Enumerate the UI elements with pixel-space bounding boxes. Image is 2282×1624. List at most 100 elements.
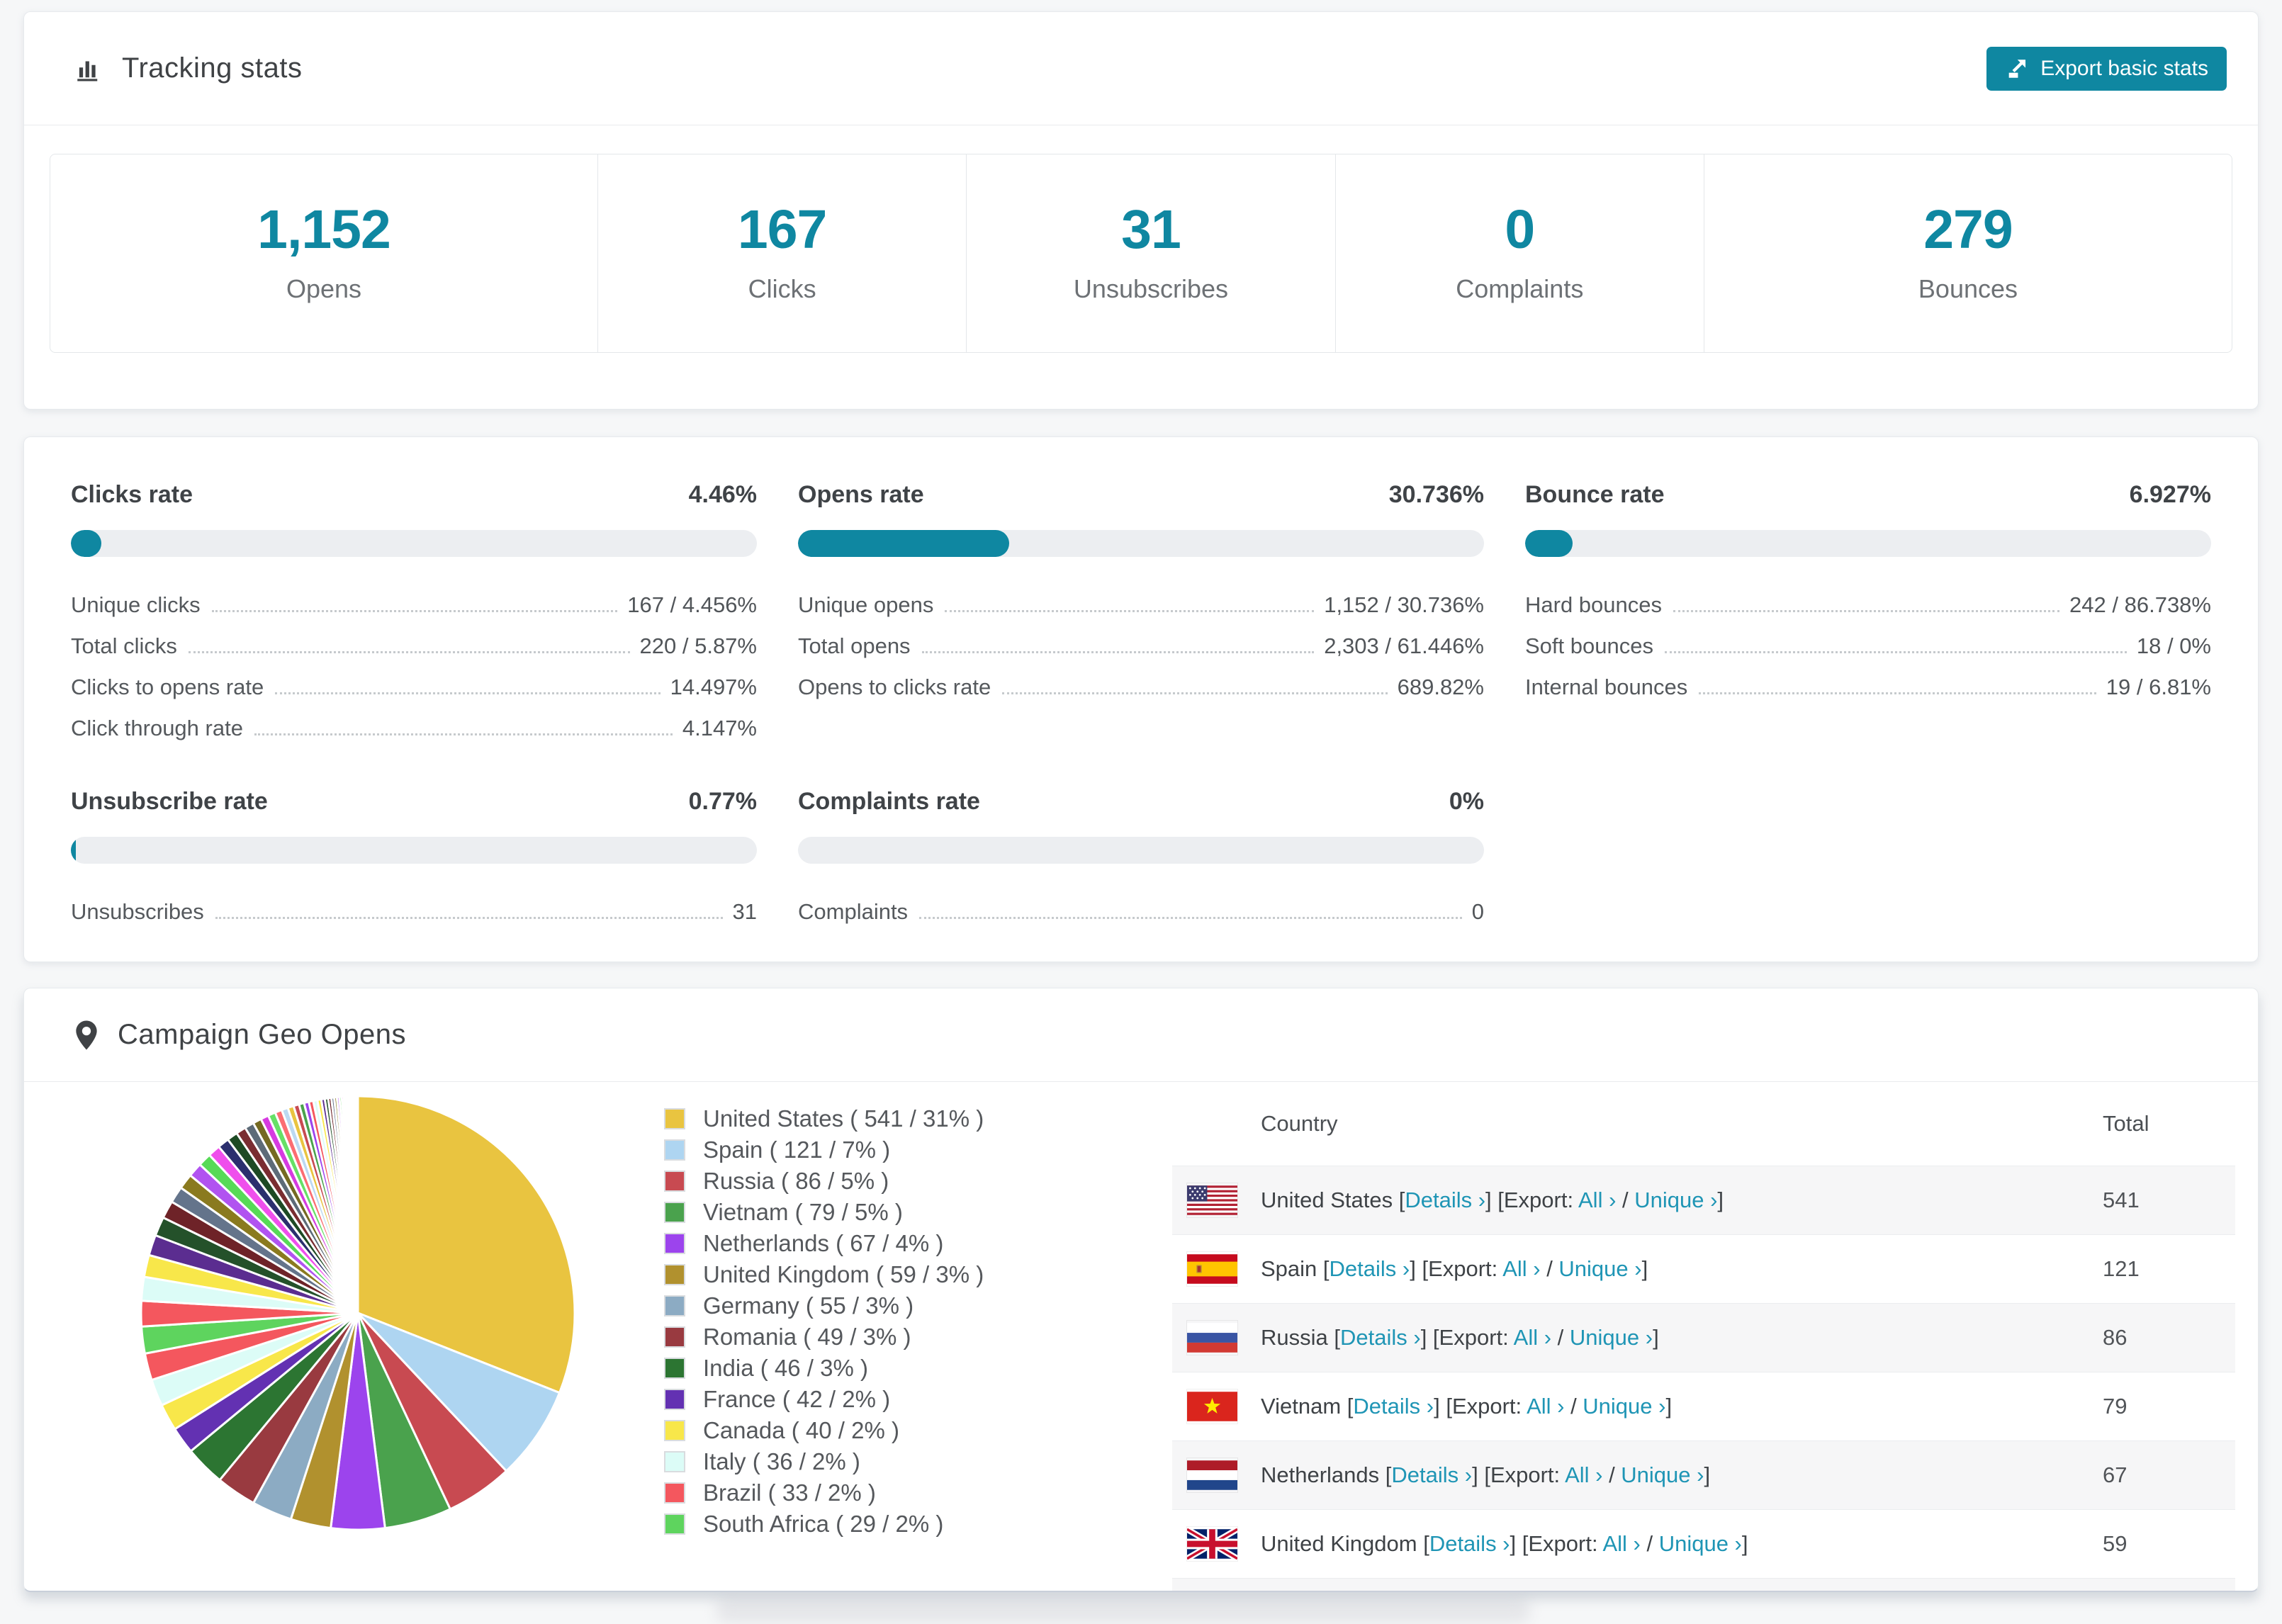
country-cell: Russia [Details ›] [Export: All › / Uniq… xyxy=(1261,1325,1659,1350)
legend-item-romania: Romania ( 49 / 3% ) xyxy=(664,1321,984,1353)
dotted-leader xyxy=(1673,610,2060,612)
geo-export-all-link-vietnam[interactable]: All › xyxy=(1527,1394,1564,1419)
opens-rate-block: Opens rate 30.736% Unique opens 1,152 / 30.… xyxy=(798,481,1484,745)
bounce-rate-block: Bounce rate 6.927% Hard bounces 242 / 86.73… xyxy=(1525,481,2211,745)
legend-item-italy: Italy ( 36 / 2% ) xyxy=(664,1446,984,1477)
export-basic-stats-button[interactable]: Export basic stats xyxy=(1986,46,2227,91)
dotted-leader xyxy=(211,610,618,612)
legend-item-united-kingdom: United Kingdom ( 59 / 3% ) xyxy=(664,1259,984,1290)
export-button-label: Export basic stats xyxy=(2040,56,2208,80)
geo-export-unique-link-united-states[interactable]: Unique › xyxy=(1634,1188,1717,1212)
geo-export-all-link-russia[interactable]: All › xyxy=(1514,1325,1551,1350)
complaints-rate-title: Complaints rate xyxy=(798,788,980,815)
detail-label: Hard bounces xyxy=(1525,592,1663,617)
country-total: 79 xyxy=(2103,1394,2128,1419)
country-name: United States xyxy=(1261,1188,1399,1212)
legend-label: Romania ( 49 / 3% ) xyxy=(703,1324,911,1350)
geo-details-link-united-states[interactable]: Details › xyxy=(1405,1188,1485,1212)
opens-rate-head: Opens rate 30.736% xyxy=(798,481,1484,509)
geo-export-all-link-netherlands[interactable]: All › xyxy=(1565,1462,1602,1487)
stat-label: Bounces xyxy=(1918,274,2018,303)
complaints-rate-percent: 0% xyxy=(1449,788,1484,815)
geo-table-row-vietnam: Vietnam [Details ›] [Export: All › / Uni… xyxy=(1172,1372,2235,1440)
geo-export-unique-link-vietnam[interactable]: Unique › xyxy=(1583,1394,1665,1419)
flag-gb-icon xyxy=(1187,1527,1237,1561)
legend-swatch xyxy=(664,1389,685,1410)
clicks-rate-percent: 4.46% xyxy=(688,481,757,508)
stat-detail-row: Hard bounces 242 / 86.738% xyxy=(1525,581,2211,622)
stat-detail-row: Unique opens 1,152 / 30.736% xyxy=(798,581,1484,622)
stat-box-unsubscribes: 31 Unsubscribes xyxy=(966,154,1336,353)
geo-export-all-link-united-kingdom[interactable]: All › xyxy=(1602,1531,1640,1556)
dotted-leader xyxy=(254,733,673,735)
detail-label: Total clicks xyxy=(71,633,177,658)
legend-label: Canada ( 40 / 2% ) xyxy=(703,1417,899,1443)
detail-value: 242 / 86.738% xyxy=(2069,592,2211,617)
geo-export-unique-link-netherlands[interactable]: Unique › xyxy=(1621,1462,1704,1487)
geo-opens-pie-chart xyxy=(140,1095,576,1531)
geo-details-link-spain[interactable]: Details › xyxy=(1330,1256,1410,1281)
legend-label: Netherlands ( 67 / 4% ) xyxy=(703,1230,944,1256)
legend-item-russia: Russia ( 86 / 5% ) xyxy=(664,1166,984,1197)
stat-value: 1,152 xyxy=(257,199,391,260)
clicks-detail-rows: Unique clicks 167 / 4.456% Total clicks 220… xyxy=(71,581,757,745)
legend-label: France ( 42 / 2% ) xyxy=(703,1386,891,1412)
detail-value: 167 / 4.456% xyxy=(627,592,757,617)
flag-nl-icon xyxy=(1187,1458,1237,1492)
geo-details-link-russia[interactable]: Details › xyxy=(1340,1325,1421,1350)
geo-table-row-united-kingdom: United Kingdom [Details ›] [Export: All … xyxy=(1172,1509,2235,1578)
geo-table-row-united-states: United States [Details ›] [Export: All ›… xyxy=(1172,1166,2235,1234)
stat-detail-row: Total clicks 220 / 5.87% xyxy=(71,622,757,663)
pie-legend: United States ( 541 / 31% ) Spain ( 121 /… xyxy=(664,1103,984,1540)
stat-value: 167 xyxy=(737,199,827,260)
legend-swatch xyxy=(664,1451,685,1472)
clicks-rate-head: Clicks rate 4.46% xyxy=(71,481,757,509)
bounce-detail-rows: Hard bounces 242 / 86.738% Soft bounces 18 … xyxy=(1525,581,2211,704)
legend-label: United States ( 541 / 31% ) xyxy=(703,1105,984,1132)
complaints-rate-head: Complaints rate 0% xyxy=(798,788,1484,816)
opens-progress-fill xyxy=(798,530,1009,557)
flag-es-icon xyxy=(1187,1252,1237,1286)
country-total: 67 xyxy=(2103,1462,2128,1487)
legend-item-brazil: Brazil ( 33 / 2% ) xyxy=(664,1477,984,1509)
detail-label: Unsubscribes xyxy=(71,899,204,924)
unsubscribe-detail-rows: Unsubscribes 31 xyxy=(71,888,757,929)
stat-label: Complaints xyxy=(1456,274,1584,303)
detail-value: 4.147% xyxy=(682,716,757,740)
geo-export-unique-link-spain[interactable]: Unique › xyxy=(1558,1256,1641,1281)
clicks-progress-bar xyxy=(71,530,757,557)
pie-slice-other[interactable] xyxy=(355,1095,359,1314)
geo-details-link-vietnam[interactable]: Details › xyxy=(1353,1394,1434,1419)
unsubscribe-rate-head: Unsubscribe rate 0.77% xyxy=(71,788,757,816)
stat-detail-row: Clicks to opens rate 14.497% xyxy=(71,663,757,704)
geo-table-row-germany: Germany [Details ›] [Export: All › / Uni… xyxy=(1172,1578,2235,1591)
detail-label: Internal bounces xyxy=(1525,675,1688,699)
stat-value: 279 xyxy=(1923,199,2013,260)
opens-progress-bar xyxy=(798,530,1484,557)
detail-label: Unique clicks xyxy=(71,592,201,617)
legend-item-germany: Germany ( 55 / 3% ) xyxy=(664,1290,984,1321)
complaints-rate-block: Complaints rate 0% Complaints 0 xyxy=(798,788,1484,929)
stat-detail-row: Internal bounces 19 / 6.81% xyxy=(1525,663,2211,704)
detail-label: Total opens xyxy=(798,633,911,658)
country-cell: Vietnam [Details ›] [Export: All › / Uni… xyxy=(1261,1394,1673,1419)
clicks-rate-block: Clicks rate 4.46% Unique clicks 167 / 4.456… xyxy=(71,481,757,745)
geo-export-all-link-spain[interactable]: All › xyxy=(1502,1256,1540,1281)
legend-item-south-africa: South Africa ( 29 / 2% ) xyxy=(664,1509,984,1540)
detail-label: Click through rate xyxy=(71,716,243,740)
flag-us-icon xyxy=(1187,1183,1237,1217)
geo-export-unique-link-russia[interactable]: Unique › xyxy=(1570,1325,1653,1350)
geo-details-link-united-kingdom[interactable]: Details › xyxy=(1429,1531,1510,1556)
geo-details-link-netherlands[interactable]: Details › xyxy=(1391,1462,1472,1487)
geo-export-unique-link-united-kingdom[interactable]: Unique › xyxy=(1659,1531,1742,1556)
country-cell: United States [Details ›] [Export: All ›… xyxy=(1261,1188,1724,1212)
legend-label: Italy ( 36 / 2% ) xyxy=(703,1448,860,1474)
detail-value: 31 xyxy=(732,899,757,924)
country-name: United Kingdom xyxy=(1261,1531,1424,1556)
legend-label: Vietnam ( 79 / 5% ) xyxy=(703,1199,903,1225)
bottom-shadow-bar xyxy=(716,1598,1531,1623)
dotted-leader xyxy=(188,651,630,653)
opens-detail-rows: Unique opens 1,152 / 30.736% Total opens 2,… xyxy=(798,581,1484,704)
legend-swatch xyxy=(664,1420,685,1441)
geo-export-all-link-united-states[interactable]: All › xyxy=(1578,1188,1616,1212)
